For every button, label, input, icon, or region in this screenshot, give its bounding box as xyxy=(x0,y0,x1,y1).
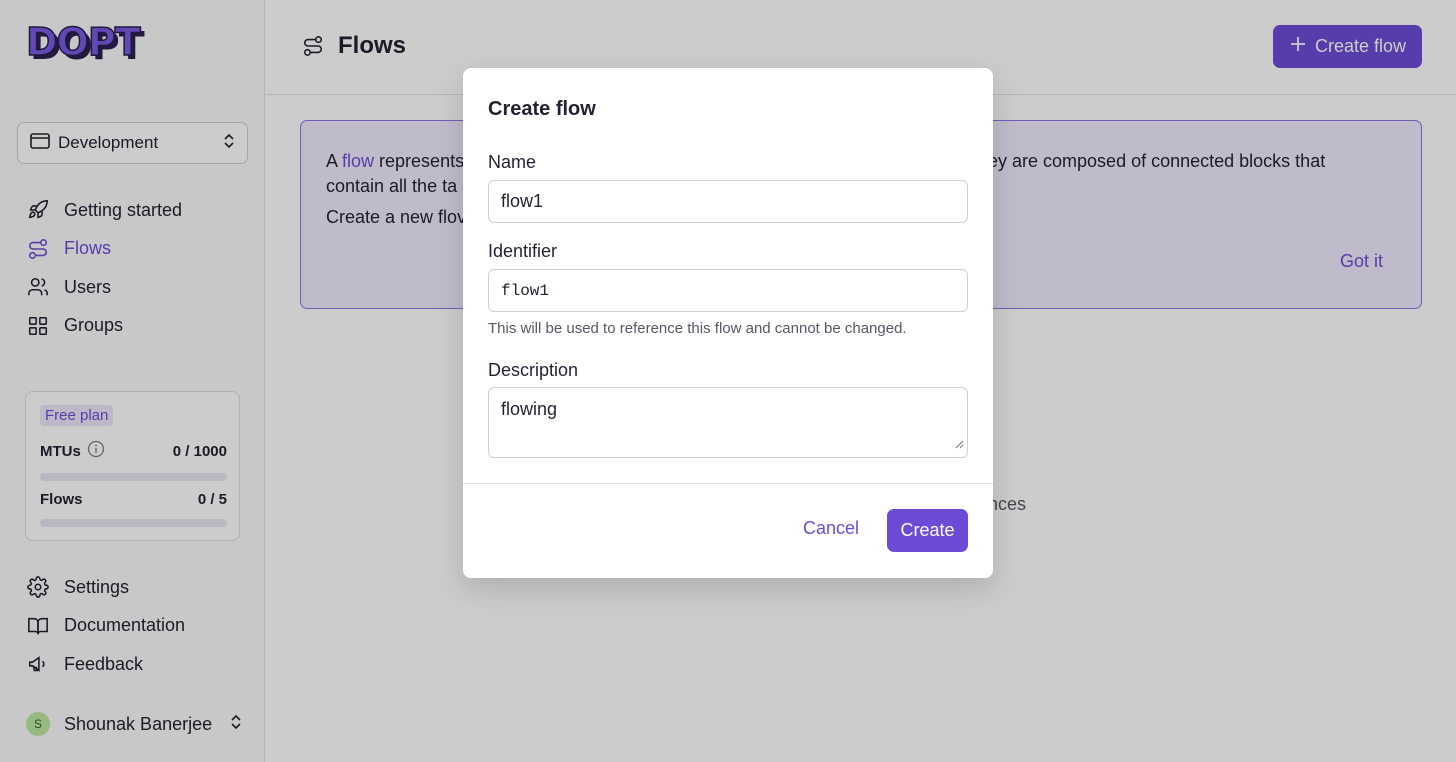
name-input[interactable]: flow1 xyxy=(488,180,968,223)
name-label: Name xyxy=(488,152,537,172)
cancel-button[interactable]: Cancel xyxy=(803,518,859,539)
create-flow-dialog: Create flow Name flow1 Identifier flow1 … xyxy=(463,68,993,578)
identifier-value: flow1 xyxy=(501,281,550,300)
identifier-input[interactable]: flow1 xyxy=(488,269,968,312)
description-value: flowing xyxy=(501,399,558,419)
dialog-divider xyxy=(463,483,993,484)
name-value: flow1 xyxy=(501,191,544,211)
identifier-hint: This will be used to reference this flow… xyxy=(488,320,907,337)
description-label: Description xyxy=(488,360,579,380)
resize-handle-icon[interactable] xyxy=(955,433,964,454)
identifier-label: Identifier xyxy=(488,241,558,261)
description-textarea[interactable]: flowing xyxy=(488,387,968,458)
dialog-title: Create flow xyxy=(488,98,596,120)
create-button[interactable]: Create xyxy=(887,509,968,552)
